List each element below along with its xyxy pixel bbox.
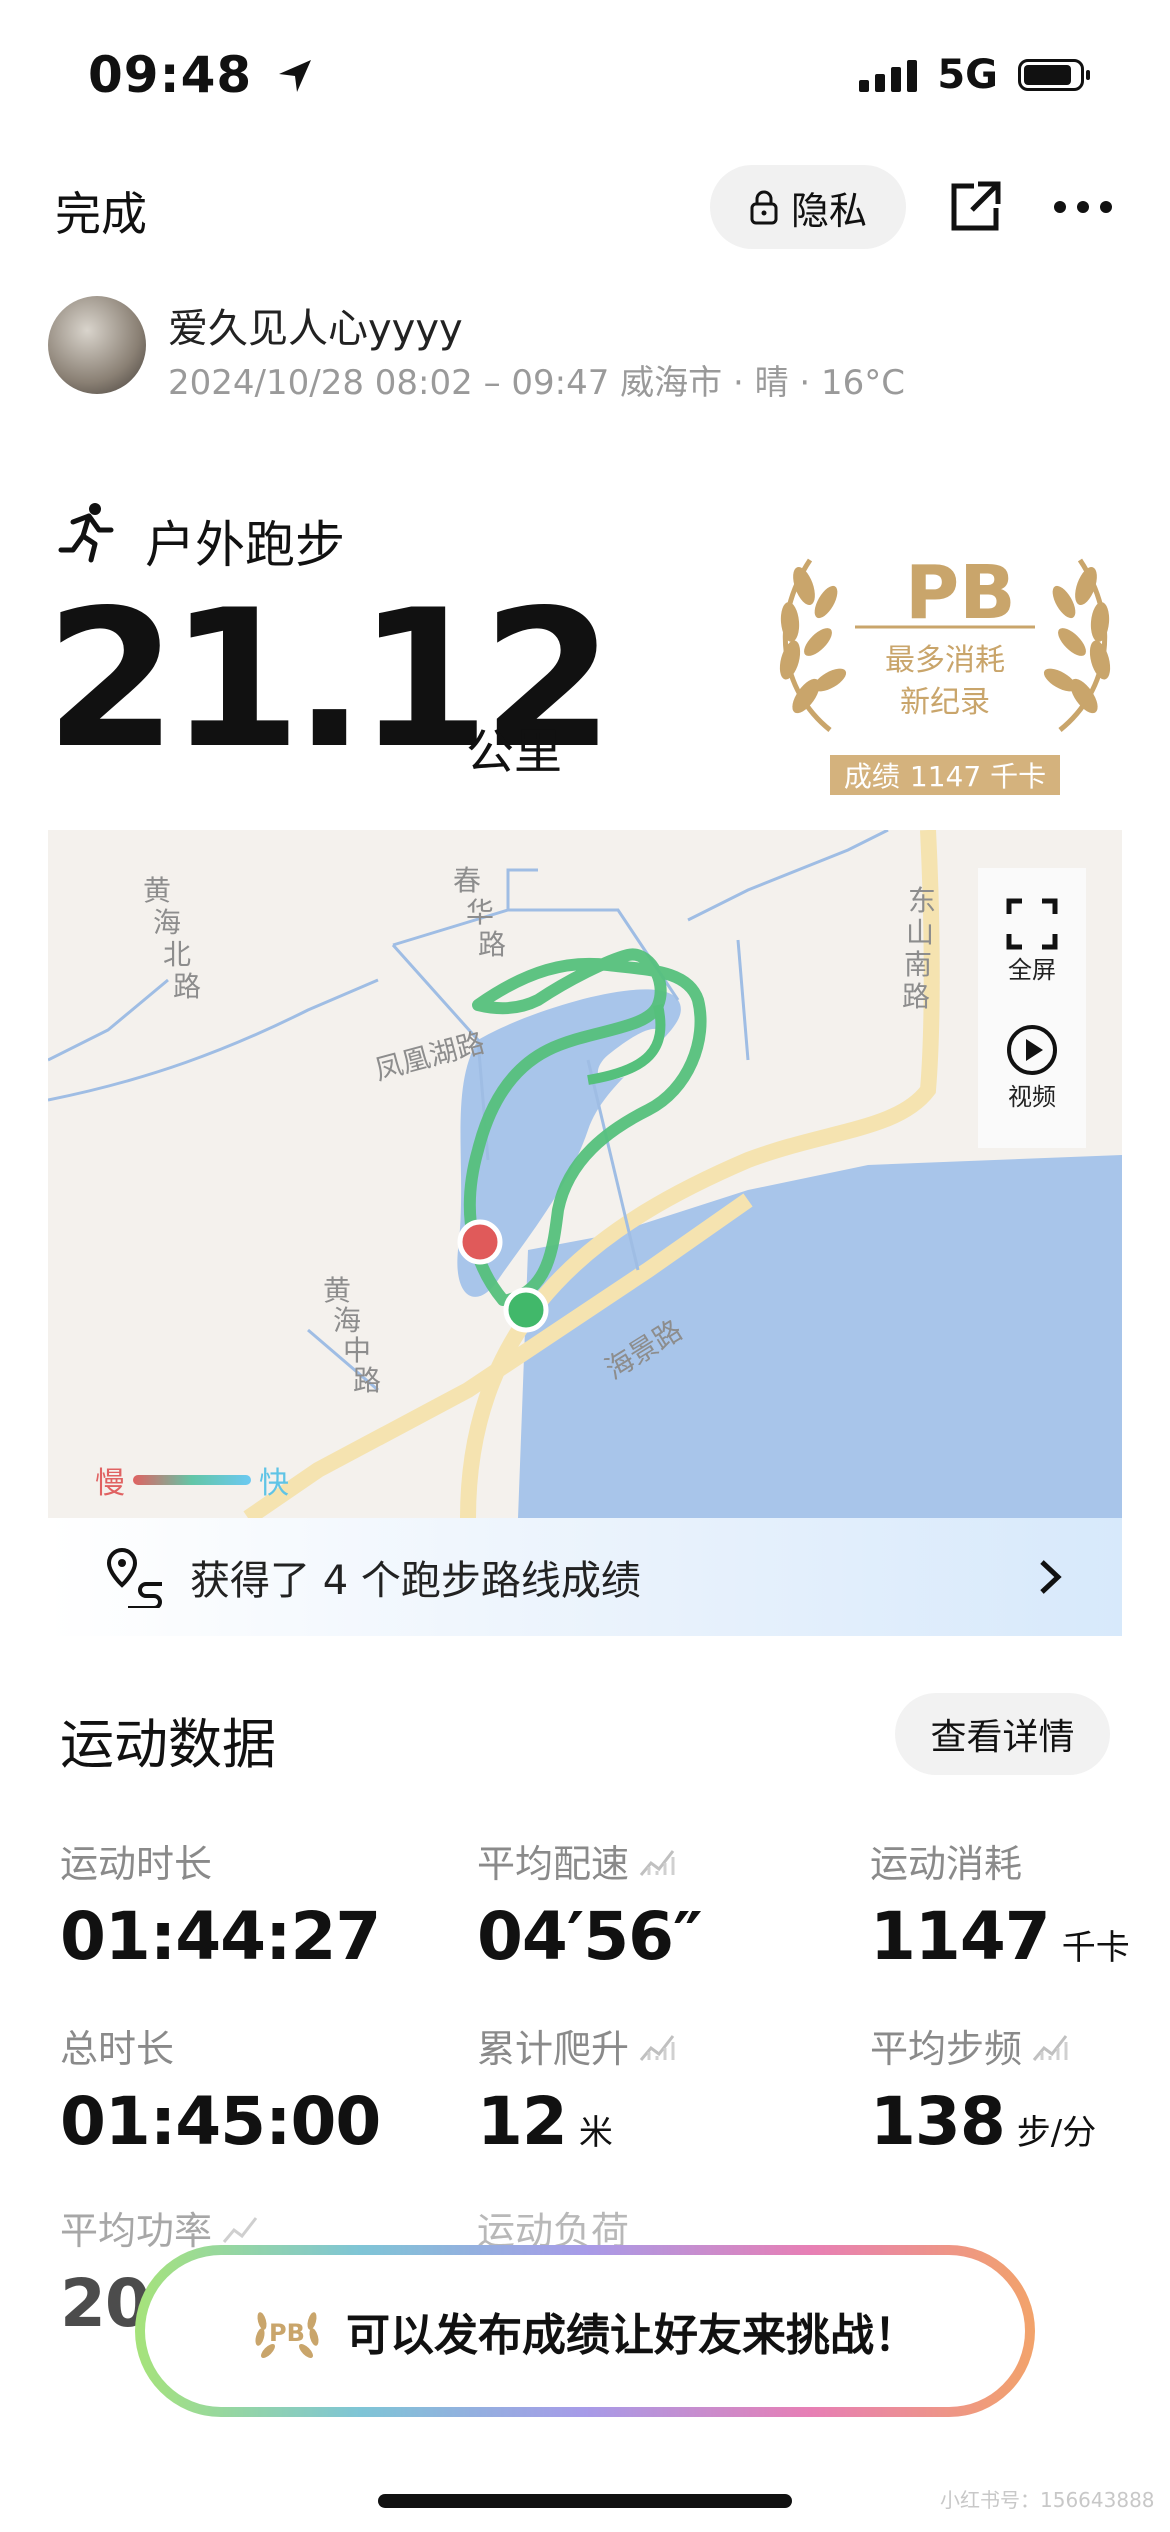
trend-chart-icon — [222, 2216, 258, 2243]
share-icon[interactable] — [948, 178, 1004, 234]
distance-unit: 公里 — [466, 724, 563, 780]
trend-chart-icon — [1032, 2034, 1068, 2061]
stat-value: 1147 千卡 — [870, 1898, 1130, 1975]
stat-value: 138 步/分 — [870, 2083, 1096, 2160]
trend-chart-icon — [639, 1849, 675, 1876]
legend-slow: 慢 — [95, 1466, 125, 1501]
stat-label: 运动时长 — [60, 1842, 213, 1886]
publish-challenge-prompt[interactable]: PB 可以发布成绩让好友来挑战！ — [135, 2245, 1035, 2417]
fullscreen-button[interactable]: 全屏 — [978, 898, 1086, 985]
route-pin-icon — [106, 1547, 162, 1608]
stat-value: 01:45:00 — [60, 2083, 381, 2160]
stat-total-duration: 总时长 01:45:00 — [60, 2018, 381, 2160]
pb-result-value: 1147 千卡 — [909, 760, 1047, 793]
pb-title: PB — [905, 550, 1016, 636]
fullscreen-icon — [1006, 898, 1058, 950]
pb-result-chip: 成绩 1147 千卡 — [830, 755, 1060, 795]
legend-fast: 快 — [259, 1466, 289, 1501]
stat-elevation[interactable]: 累计爬升 12 米 — [477, 2018, 677, 2160]
stat-value: 01:44:27 — [60, 1898, 381, 1975]
svg-text:PB: PB — [269, 2319, 305, 2347]
stat-label: 累计爬升 — [477, 2027, 630, 2071]
stat-label-row: 平均配速 — [477, 1833, 702, 1888]
stat-calories: 运动消耗 1147 千卡 — [870, 1833, 1130, 1975]
more-icon[interactable] — [1053, 200, 1113, 214]
activity-meta: 2024/10/28 08:02 – 09:47 威海市 · 晴 · 16°C — [168, 363, 906, 403]
stat-duration: 运动时长 01:44:27 — [60, 1833, 381, 1975]
watermark: 小红书号：156643888 — [940, 2488, 1155, 2512]
legend-gradient — [133, 1475, 251, 1485]
road-label-huanghai-bei: 黄海北路 — [143, 874, 201, 1003]
stat-unit: 步/分 — [1016, 2113, 1097, 2153]
pace-legend: 慢 快 — [95, 1458, 289, 1502]
pb-line-1: 最多消耗 — [885, 643, 1005, 678]
network-label: 5G — [937, 52, 998, 98]
status-time-text: 09:48 — [88, 46, 253, 104]
route-map[interactable]: 黄海北路 春华路 凤凰湖路 黄海中路 东山南路 海景路 — [48, 830, 1122, 1518]
stat-label: 平均功率 — [60, 2209, 213, 2253]
signal-icon — [859, 58, 918, 92]
section-title: 运动数据 — [60, 1713, 276, 1776]
play-circle-icon — [1007, 1025, 1057, 1075]
stat-label-row: 平均步频 — [870, 2018, 1096, 2073]
stat-value: 12 米 — [477, 2083, 677, 2160]
stat-unit: 千卡 — [1061, 1928, 1130, 1968]
video-label: 视频 — [1008, 1083, 1056, 1111]
stat-label: 运动消耗 — [870, 1842, 1023, 1886]
stat-value-text: 12 — [477, 2083, 568, 2160]
privacy-button[interactable]: 隐私 — [710, 165, 906, 249]
prompt-inner: PB 可以发布成绩让好友来挑战！ — [145, 2255, 1025, 2407]
prompt-text: 可以发布成绩让好友来挑战！ — [346, 2310, 918, 2361]
stat-value-text: 1147 — [870, 1898, 1051, 1975]
pb-badge-icon: PB — [255, 2312, 319, 2358]
stat-unit: 米 — [578, 2113, 613, 2153]
activity-type: 户外跑步 — [145, 516, 345, 574]
video-button[interactable]: 视频 — [978, 1023, 1086, 1112]
route-achievement-banner[interactable]: 获得了 4 个跑步路线成绩 — [48, 1518, 1122, 1636]
trend-chart-icon — [639, 2034, 675, 2061]
status-indicators: 5G — [859, 52, 1090, 98]
home-indicator[interactable] — [378, 2494, 792, 2508]
stat-cadence[interactable]: 平均步频 138 步/分 — [870, 2018, 1096, 2160]
pb-result-label: 成绩 — [843, 760, 900, 793]
road-label-huanghai-zhong: 黄海中路 — [323, 1274, 381, 1397]
status-time: 09:48 — [88, 46, 315, 104]
stat-label-row: 累计爬升 — [477, 2018, 677, 2073]
running-icon — [58, 503, 114, 563]
stat-label: 总时长 — [60, 2027, 175, 2071]
pb-subtitle: 最多消耗 新纪录 — [885, 640, 1005, 724]
stat-value-text: 04′56″ — [477, 1898, 703, 1975]
stat-label: 平均配速 — [477, 1842, 630, 1886]
route-achievement-text: 获得了 4 个跑步路线成绩 — [190, 1558, 641, 1604]
stat-value-text: 138 — [870, 2083, 1006, 2160]
stat-pace[interactable]: 平均配速 04′56″ — [477, 1833, 703, 1975]
stat-value-text: 01:45:00 — [60, 2083, 381, 2160]
battery-icon — [1018, 59, 1090, 91]
fullscreen-label: 全屏 — [1008, 956, 1056, 984]
stat-value-text: 01:44:27 — [60, 1898, 381, 1975]
done-button[interactable]: 完成 — [55, 178, 147, 244]
map-canvas: 黄海北路 春华路 凤凰湖路 黄海中路 东山南路 海景路 — [48, 830, 1122, 1518]
stat-label: 平均步频 — [870, 2027, 1023, 2071]
avatar[interactable] — [48, 296, 146, 394]
stat-value: 04′56″ — [477, 1898, 703, 1975]
map-toolbar: 全屏 视频 — [978, 868, 1086, 1148]
pb-line-2: 新纪录 — [900, 685, 990, 720]
location-arrow-icon — [278, 60, 311, 92]
user-name: 爱久见人心yyyy — [168, 306, 463, 352]
privacy-label: 隐私 — [790, 188, 867, 233]
view-details-button[interactable]: 查看详情 — [895, 1693, 1110, 1775]
chevron-right-icon — [1040, 1560, 1062, 1594]
lock-icon — [750, 190, 778, 225]
